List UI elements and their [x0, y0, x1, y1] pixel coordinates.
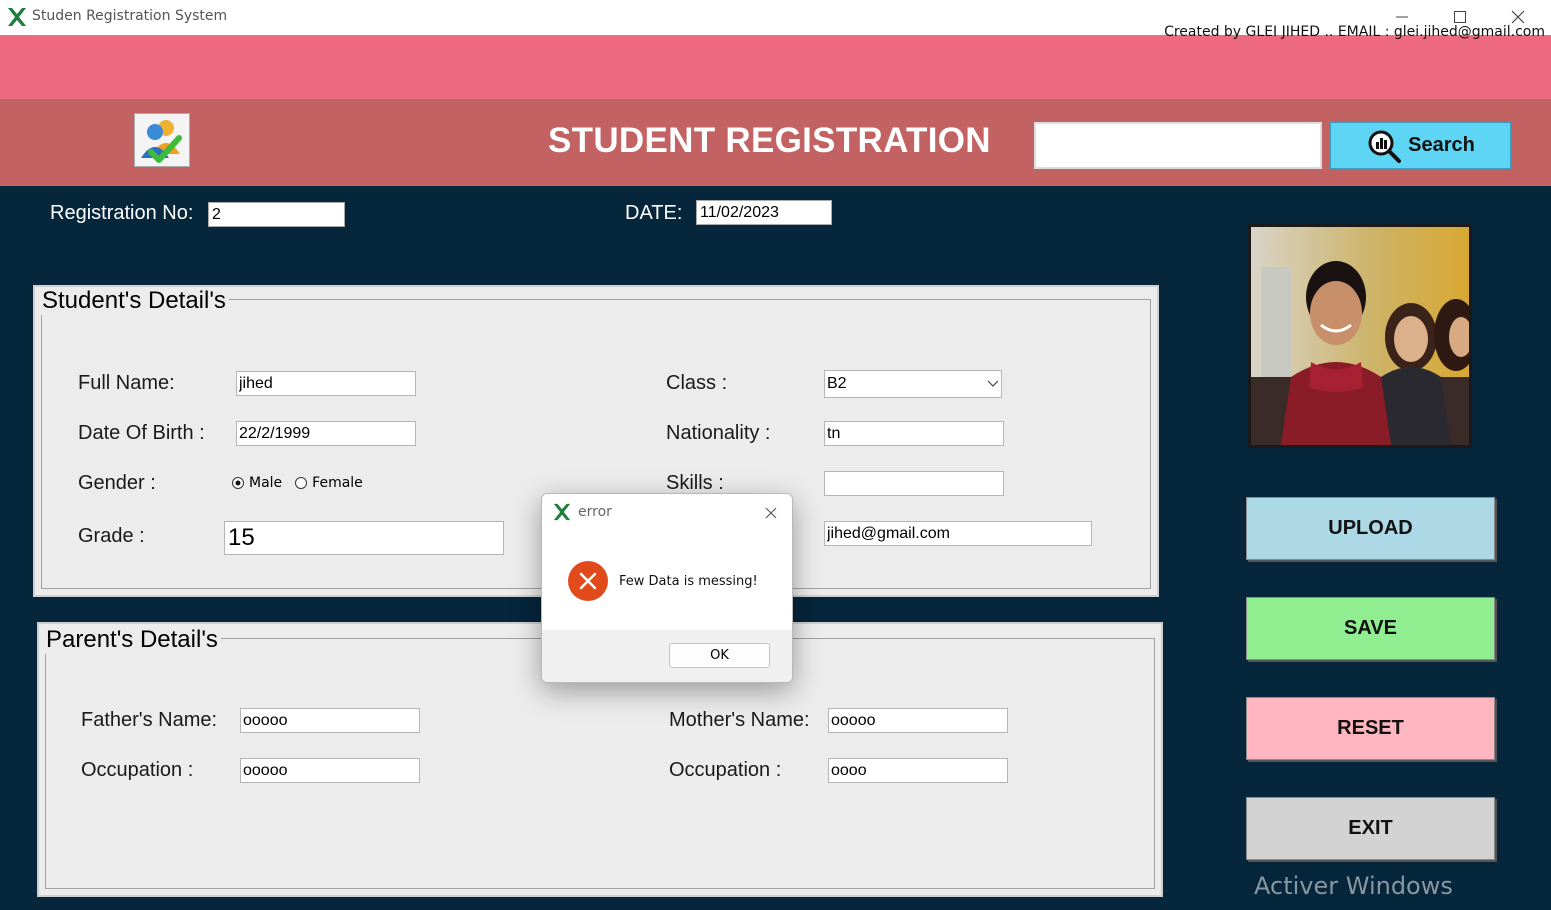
- grade-input[interactable]: [224, 521, 504, 555]
- dob-label: Date Of Birth :: [78, 422, 205, 444]
- nationality-input[interactable]: [824, 421, 1004, 446]
- search-button-label: Search: [1408, 134, 1475, 156]
- student-photo: [1248, 224, 1472, 448]
- exit-button[interactable]: EXIT: [1246, 797, 1495, 860]
- mother-occupation-input[interactable]: [828, 758, 1008, 783]
- father-name-input[interactable]: [240, 708, 420, 733]
- reset-button[interactable]: RESET: [1246, 697, 1495, 760]
- registration-no-label: Registration No:: [50, 202, 194, 224]
- father-occupation-label: Occupation :: [81, 759, 194, 781]
- close-icon: [765, 507, 777, 519]
- search-input[interactable]: [1034, 122, 1322, 169]
- mother-name-input[interactable]: [828, 708, 1008, 733]
- class-select[interactable]: B2: [824, 370, 1002, 398]
- father-occupation-input[interactable]: [240, 758, 420, 783]
- maximize-icon: [1454, 11, 1466, 23]
- parent-details-title: Parent's Detail's: [43, 626, 221, 654]
- upload-button[interactable]: UPLOAD: [1246, 497, 1495, 560]
- female-radio[interactable]: [294, 476, 308, 490]
- dialog-close-button[interactable]: [760, 502, 782, 524]
- credit-bar: [0, 35, 1551, 99]
- grade-label: Grade :: [78, 525, 145, 547]
- excel-app-icon: [553, 503, 571, 521]
- registration-no-input[interactable]: [208, 202, 345, 227]
- gender-radio-group: Male Female: [231, 475, 363, 491]
- class-label: Class :: [666, 372, 728, 394]
- nationality-label: Nationality :: [666, 422, 771, 444]
- dialog-title: error: [578, 504, 612, 520]
- male-radio-label: Male: [249, 475, 283, 491]
- error-icon: [568, 561, 608, 601]
- search-button[interactable]: Search: [1330, 122, 1511, 169]
- dialog-message: Few Data is messing!: [619, 574, 758, 589]
- gender-label: Gender :: [78, 472, 156, 494]
- class-select-value: B2: [827, 375, 847, 392]
- save-button[interactable]: SAVE: [1246, 597, 1495, 660]
- chevron-down-icon: [987, 380, 999, 387]
- excel-app-icon: [8, 8, 26, 26]
- minimize-icon: [1396, 16, 1408, 18]
- skills-label: Skills :: [666, 472, 724, 494]
- full-name-input[interactable]: [236, 371, 416, 396]
- user-check-logo-icon: [134, 113, 190, 167]
- female-radio-label: Female: [312, 475, 363, 491]
- date-label: DATE:: [625, 202, 683, 224]
- male-radio[interactable]: [231, 476, 245, 490]
- ok-button[interactable]: OK: [669, 643, 770, 668]
- error-dialog: error Few Data is messing! OK: [541, 493, 793, 683]
- search-chart-icon: [1368, 130, 1402, 163]
- student-details-title: Student's Detail's: [39, 287, 229, 315]
- dob-input[interactable]: [236, 421, 416, 446]
- email-input[interactable]: [824, 521, 1092, 546]
- close-icon: [1511, 10, 1525, 24]
- credit-text: Created by GLEI JIHED .. EMAIL : glei.ji…: [1164, 24, 1545, 40]
- skills-input[interactable]: [824, 471, 1004, 496]
- date-input[interactable]: [696, 200, 832, 225]
- mother-occupation-label: Occupation :: [669, 759, 782, 781]
- full-name-label: Full Name:: [78, 372, 175, 394]
- window-title: Studen Registration System: [32, 8, 228, 24]
- page-title: STUDENT REGISTRATION: [548, 121, 991, 160]
- father-name-label: Father's Name:: [81, 709, 218, 731]
- mother-name-label: Mother's Name:: [669, 709, 810, 731]
- activate-windows-watermark: Activer Windows: [1254, 872, 1453, 900]
